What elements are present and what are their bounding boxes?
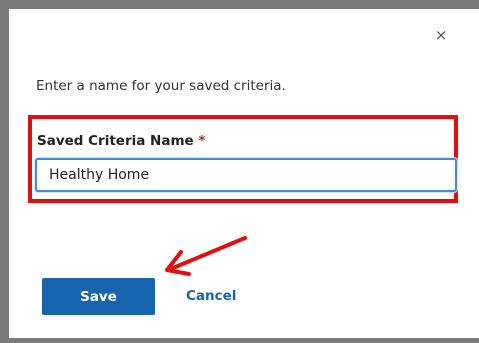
saved-criteria-name-input[interactable] — [35, 158, 457, 192]
saved-criteria-name-label: Saved Criteria Name * — [37, 133, 205, 149]
save-button[interactable]: Save — [42, 278, 155, 315]
annotation-arrow-icon — [165, 236, 247, 276]
screenshot-frame: × Enter a name for your saved criteria. … — [0, 0, 479, 343]
dialog-prompt: Enter a name for your saved criteria. — [36, 78, 286, 94]
close-icon[interactable]: × — [433, 27, 449, 43]
field-label-text: Saved Criteria Name — [37, 133, 194, 149]
cancel-button[interactable]: Cancel — [186, 288, 236, 304]
backdrop-top-edge — [0, 0, 479, 9]
required-marker: * — [198, 133, 206, 149]
backdrop-left-edge — [0, 0, 9, 343]
backdrop-bottom-edge — [0, 338, 479, 343]
